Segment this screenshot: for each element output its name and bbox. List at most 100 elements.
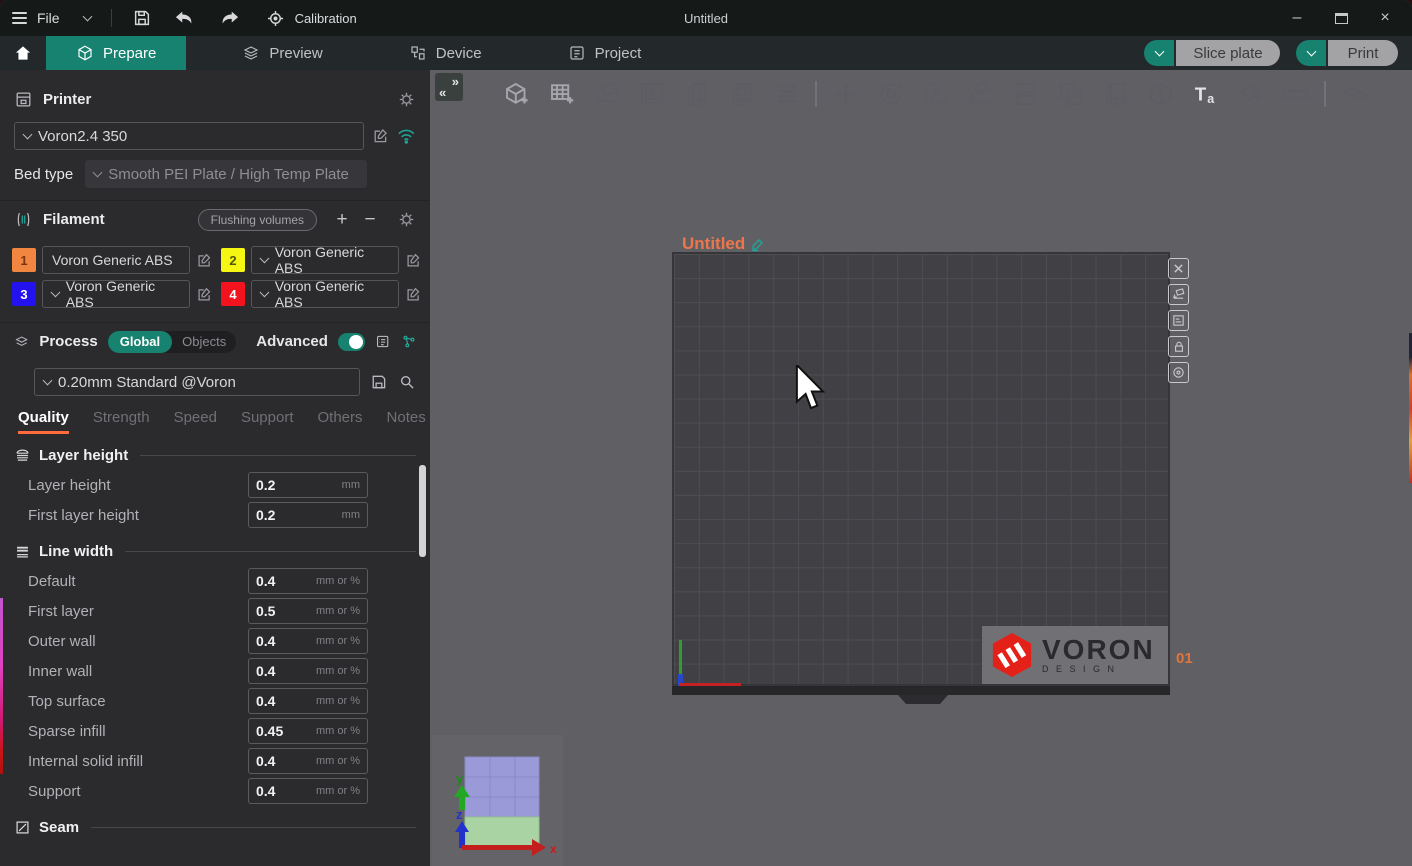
line-width-default-input[interactable]: 0.4mm or % [248, 568, 368, 594]
add-filament-button[interactable]: + [333, 209, 351, 231]
plate-thumbnail[interactable]: y z x [432, 735, 563, 866]
variable-layer-icon[interactable] [1093, 75, 1138, 113]
filament-4-select[interactable]: Voron Generic ABS [251, 280, 399, 308]
settings-scrollbar[interactable] [419, 465, 426, 557]
rename-plate-icon[interactable] [750, 237, 765, 252]
tab-quality[interactable]: Quality [18, 409, 69, 434]
bed-type-select[interactable]: Smooth PEI Plate / High Temp Plate [85, 160, 367, 188]
printer-settings-gear-icon[interactable] [397, 90, 416, 109]
preset-compare-icon[interactable] [401, 332, 416, 351]
flatten-icon[interactable] [958, 75, 1003, 113]
flushing-volumes-button[interactable]: Flushing volumes [198, 209, 317, 231]
layer-list-icon[interactable] [764, 75, 809, 113]
calibration-icon[interactable] [266, 9, 285, 28]
wifi-connection-icon[interactable] [397, 128, 416, 144]
detailed-settings-icon[interactable] [375, 332, 390, 351]
delete-plate-icon[interactable] [1168, 258, 1189, 279]
edit-printer-icon[interactable] [372, 127, 390, 145]
redo-icon[interactable] [218, 8, 240, 28]
tab-preview[interactable]: Preview [212, 36, 352, 70]
copy-icon[interactable]: 0 [674, 75, 719, 113]
move-icon[interactable] [823, 75, 868, 113]
arrange-icon[interactable] [629, 75, 674, 113]
calibration-label[interactable]: Calibration [295, 11, 357, 26]
slice-options-icon[interactable] [1144, 40, 1174, 66]
tab-support[interactable]: Support [241, 409, 294, 434]
close-button[interactable]: × [1366, 3, 1404, 33]
lay-on-face-icon[interactable] [584, 75, 629, 113]
filament-4-color-swatch[interactable]: 4 [221, 282, 245, 306]
filament-1-color-swatch[interactable]: 1 [12, 248, 36, 272]
tab-prepare[interactable]: Prepare [46, 36, 186, 70]
file-menu[interactable]: File [37, 10, 60, 26]
edit-filament-4-icon[interactable] [405, 286, 422, 303]
split-horizontal-icon[interactable] [1003, 75, 1048, 113]
remove-filament-button[interactable]: − [361, 209, 379, 231]
collapse-sidebar-button[interactable]: »« [435, 73, 463, 101]
filament-settings-gear-icon[interactable] [397, 210, 416, 229]
filament-1-select[interactable]: Voron Generic ABS [42, 246, 190, 274]
mesh-boolean-icon[interactable] [1048, 75, 1093, 113]
tab-project[interactable]: Project [538, 36, 672, 70]
line-width-sparse-infill-input[interactable]: 0.45mm or % [248, 718, 368, 744]
slice-plate-button[interactable]: Slice plate [1144, 40, 1280, 66]
assembly-icon[interactable] [1332, 75, 1377, 113]
undo-icon[interactable] [174, 8, 196, 28]
advanced-toggle[interactable] [338, 333, 365, 351]
cube-split-icon[interactable] [1138, 75, 1183, 113]
setting-row: Default 0.4mm or % [0, 566, 430, 596]
plate-name[interactable]: Untitled [682, 234, 765, 254]
search-settings-icon[interactable] [398, 373, 416, 391]
lock-plate-icon[interactable] [1168, 336, 1189, 357]
menu-icon[interactable] [12, 12, 27, 24]
printer-preset-select[interactable]: Voron2.4 350 [14, 122, 364, 150]
viewport-3d[interactable]: »« 0 [430, 70, 1412, 866]
plate-name-settings-icon[interactable] [1168, 362, 1189, 383]
filament-2-color-swatch[interactable]: 2 [221, 248, 245, 272]
plate-settings-icon[interactable] [1168, 310, 1189, 331]
line-width-inner-wall-input[interactable]: 0.4mm or % [248, 658, 368, 684]
layer-height-input[interactable]: 0.2mm [248, 472, 368, 498]
scope-global[interactable]: Global [108, 331, 172, 353]
orient-plate-icon[interactable] [1168, 284, 1189, 305]
line-width-outer-wall-input[interactable]: 0.4mm or % [248, 628, 368, 654]
line-width-top-surface-input[interactable]: 0.4mm or % [248, 688, 368, 714]
first-layer-height-input[interactable]: 0.2mm [248, 502, 368, 528]
home-button[interactable] [0, 36, 46, 70]
paste-icon[interactable]: P [719, 75, 764, 113]
paint-tool-icon[interactable] [1228, 75, 1273, 113]
chevron-down-icon[interactable] [82, 12, 92, 22]
tab-others[interactable]: Others [318, 409, 363, 434]
add-object-icon[interactable] [494, 75, 539, 113]
process-preset-select[interactable]: 0.20mm Standard @Voron [34, 368, 360, 396]
line-width-support-input[interactable]: 0.4mm or % [248, 778, 368, 804]
minimize-button[interactable]: – [1278, 3, 1316, 33]
maximize-button[interactable] [1322, 3, 1360, 33]
save-icon[interactable] [132, 8, 152, 28]
print-options-icon[interactable] [1296, 40, 1326, 66]
line-width-internal-solid-infill-input[interactable]: 0.4mm or % [248, 748, 368, 774]
tab-speed[interactable]: Speed [174, 409, 217, 434]
tab-strength[interactable]: Strength [93, 409, 150, 434]
edit-filament-1-icon[interactable] [196, 252, 213, 269]
line-width-first-layer-input[interactable]: 0.5mm or % [248, 598, 368, 624]
voron-logo-text: VORON [1042, 636, 1155, 664]
build-plate[interactable]: VORON DESIGN [672, 252, 1170, 686]
print-button[interactable]: Print [1296, 40, 1398, 66]
save-preset-icon[interactable] [370, 373, 388, 391]
measure-icon[interactable] [1273, 75, 1318, 113]
process-section-title: Process [39, 333, 97, 350]
scope-objects[interactable]: Objects [172, 334, 236, 349]
add-plate-icon[interactable] [539, 75, 584, 113]
text-tool-icon[interactable]: T a [1183, 75, 1228, 113]
edit-filament-3-icon[interactable] [196, 286, 213, 303]
filament-3-color-swatch[interactable]: 3 [12, 282, 36, 306]
tab-notes[interactable]: Notes [387, 409, 426, 434]
rotate-icon[interactable] [868, 75, 913, 113]
filament-3-select[interactable]: Voron Generic ABS [42, 280, 190, 308]
edit-filament-2-icon[interactable] [405, 252, 422, 269]
filament-2-select[interactable]: Voron Generic ABS [251, 246, 399, 274]
process-scope-toggle[interactable]: Global Objects [108, 331, 237, 353]
scale-icon[interactable] [913, 75, 958, 113]
tab-device[interactable]: Device [379, 36, 512, 70]
